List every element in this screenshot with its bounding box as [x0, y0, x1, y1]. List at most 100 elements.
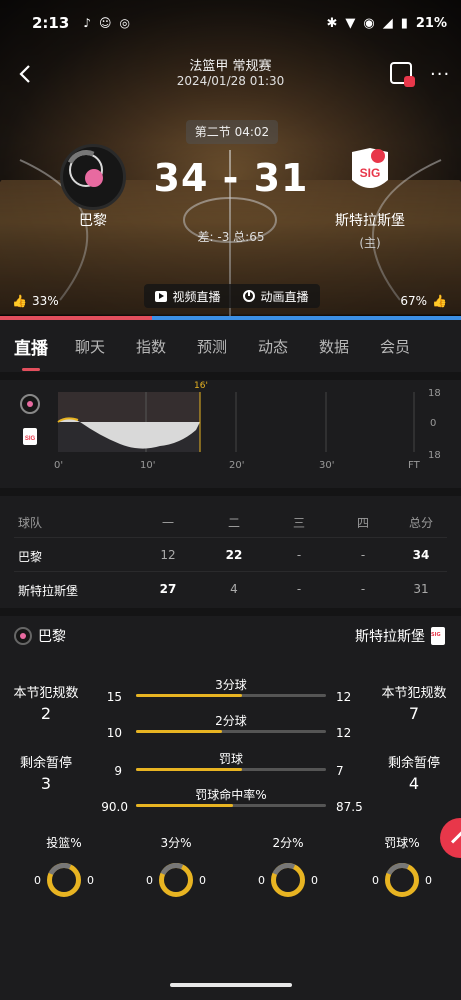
animation-live-button[interactable]: 动画直播 [243, 288, 309, 305]
percentage-ring [271, 863, 305, 897]
ring-title: 罚球% [384, 836, 420, 850]
home-fouls: 2 [40, 704, 52, 723]
away-team-logo[interactable]: SIG [348, 146, 392, 196]
table-row: 斯特拉斯堡 27 4 - - 31 [18, 582, 429, 598]
stat-bar-fill [136, 804, 233, 807]
tab-1[interactable]: 聊天 [75, 336, 136, 357]
away-team-mini-logo [431, 627, 445, 645]
stat-bar-fill [136, 768, 243, 771]
play-icon [155, 290, 168, 302]
hotspot-icon: ◉ [363, 15, 375, 31]
stat-title: 2分球 [215, 714, 247, 728]
momentum-chart: SIG 16' 0' 10' 20' 30' FT 18 0 18 [20, 381, 441, 471]
quarter-score-table: 球队 一 二 三 四 总分 巴黎 12 22 - - 34 斯特拉斯堡 27 4… [0, 504, 461, 606]
away-team-name[interactable]: 斯特拉斯堡 [326, 210, 414, 230]
away-support-pct: 67% [400, 294, 428, 308]
stat-home-value: 15 [106, 690, 122, 704]
status-bar: 2:13 ♪ ☺ ◎ ✱ ▼ ◉ ◢ ▮ 21% [32, 10, 447, 36]
x-tick: 0' [54, 460, 63, 471]
stat-title: 罚球命中率% [195, 788, 267, 802]
stat-home-value: 90.0 [101, 800, 128, 814]
momentum-marker: 16' [194, 381, 208, 391]
stat-away-value: 12 [336, 690, 352, 704]
ring-title: 3分% [160, 836, 192, 850]
stat-bar [136, 694, 326, 697]
home-support-pct: 33% [31, 294, 59, 308]
ring-away-value: 0 [199, 873, 206, 887]
away-fouls-label: 本节犯规数 [381, 686, 447, 701]
x-tick: 10' [140, 460, 155, 471]
y-label: 0 [430, 418, 436, 429]
tab-4[interactable]: 动态 [258, 336, 319, 357]
pen-icon [450, 831, 461, 844]
stat-title: 罚球 [218, 752, 243, 766]
thumbs-up-icon: 👍 [12, 294, 27, 308]
tab-3[interactable]: 预测 [197, 336, 258, 357]
ring-title: 投篮% [46, 836, 82, 850]
screen-record-button[interactable] [390, 62, 415, 87]
percentage-ring [159, 863, 193, 897]
stat-bar [136, 804, 326, 807]
mini-away-logo: SIG [23, 428, 37, 445]
gesture-bar[interactable] [170, 983, 292, 987]
away-fouls: 7 [408, 704, 420, 723]
compare-home-team: 巴黎 [14, 626, 66, 646]
y-label: 18 [428, 388, 441, 399]
x-tick: FT [408, 460, 421, 471]
top-bar: 法篮甲 常规赛 2024/01/28 01:30 ··· [0, 52, 461, 96]
x-tick: 20' [229, 460, 244, 471]
tab-bar: 直播 聊天 指数 预测 动态 数据 会员 [0, 320, 461, 372]
instagram-icon: ◎ [119, 16, 130, 30]
more-options-icon[interactable]: ··· [430, 64, 450, 85]
stat-home-value: 9 [114, 764, 122, 778]
home-team-logo[interactable] [60, 144, 126, 210]
thumbs-up-icon: 👍 [432, 294, 447, 308]
stat-title: 3分球 [215, 678, 247, 692]
percentage-ring [385, 863, 419, 897]
tab-5[interactable]: 数据 [319, 336, 380, 357]
ring-home-value: 0 [258, 873, 265, 887]
home-timeouts-label: 剩余暂停 [19, 756, 72, 771]
ring-away-value: 0 [87, 873, 94, 887]
mini-home-logo [20, 394, 40, 414]
away-home-tag: (主) [359, 236, 381, 250]
table-row: 巴黎 12 22 - - 34 [14, 538, 447, 572]
svg-text:SIG: SIG [25, 436, 36, 442]
stat-away-value: 87.5 [336, 800, 363, 814]
home-support[interactable]: 👍 33% [12, 294, 59, 308]
battery-icon: ▮ [400, 15, 408, 31]
ring-away-value: 0 [311, 873, 318, 887]
away-support[interactable]: 67% 👍 [400, 294, 447, 308]
x-tick: 30' [319, 460, 334, 471]
home-team-name[interactable]: 巴黎 [60, 210, 126, 230]
stat-home-value: 10 [106, 726, 122, 740]
y-label: 18 [428, 450, 441, 461]
bluetooth-icon: ✱ [326, 15, 338, 31]
stat-bar [136, 768, 326, 771]
status-time: 2:13 [32, 14, 70, 32]
stat-bar [136, 730, 326, 733]
video-live-button[interactable]: 视频直播 [155, 288, 221, 305]
ring-home-value: 0 [146, 873, 153, 887]
stat-bar-fill [136, 694, 243, 697]
wifi-icon: ▼ [345, 15, 356, 31]
animation-icon [243, 290, 256, 302]
home-timeouts: 3 [40, 774, 52, 793]
ring-home-value: 0 [372, 873, 379, 887]
tab-0[interactable]: 直播 [14, 334, 75, 371]
tab-6[interactable]: 会员 [380, 336, 441, 357]
ring-home-value: 0 [34, 873, 41, 887]
ring-stat: 3分% 0 0 [126, 834, 226, 897]
home-fouls-label: 本节犯规数 [13, 686, 79, 701]
ring-away-value: 0 [425, 873, 432, 887]
signal-icon: ◢ [382, 15, 393, 31]
stat-bar-fill [136, 730, 222, 733]
compare-away-team: 斯特拉斯堡 [355, 626, 445, 646]
battery-level: 21% [415, 15, 447, 31]
tab-2[interactable]: 指数 [136, 336, 197, 357]
stat-away-value: 12 [336, 726, 352, 740]
ring-stat: 投篮% 0 0 [14, 834, 114, 897]
ring-title: 2分% [272, 836, 304, 850]
home-team-mini-logo [14, 627, 32, 645]
stat-away-value: 7 [336, 764, 344, 778]
